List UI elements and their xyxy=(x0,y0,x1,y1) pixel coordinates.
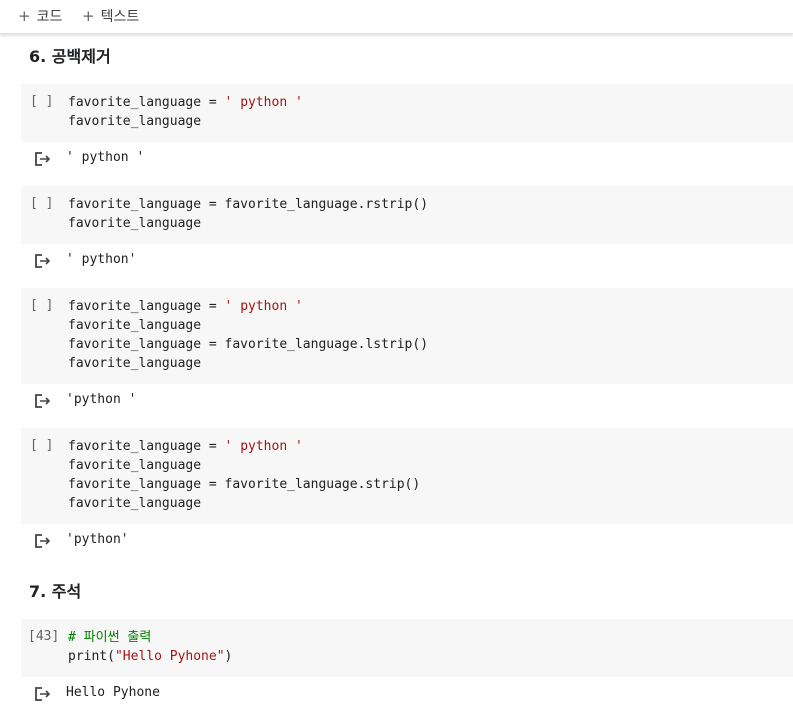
output-text: 'python' xyxy=(66,532,129,547)
code-line: favorite_language = favorite_language.st… xyxy=(68,475,420,494)
add-code-label: 코드 xyxy=(36,9,63,25)
code-cell[interactable]: [ ] favorite_language = favorite_languag… xyxy=(21,186,793,244)
code-token: favorite_language = xyxy=(68,299,225,314)
notebook-toolbar: + 코드 + 텍스트 xyxy=(0,0,793,34)
code-token: favorite_language = xyxy=(68,95,225,110)
output-text: ' python ' xyxy=(66,150,145,165)
code-cell[interactable]: [43] # 파이썬 출력 print("Hello Pyhone") xyxy=(21,619,793,677)
code-token: favorite_language xyxy=(68,356,202,371)
code-line: favorite_language xyxy=(68,354,428,373)
code-editor[interactable]: favorite_language = ' python ' favorite_l… xyxy=(68,297,428,373)
run-cell-button[interactable]: [ ] xyxy=(30,438,53,453)
code-line: favorite_language = favorite_language.ls… xyxy=(68,335,428,354)
output-text: ' python' xyxy=(66,252,137,267)
output-arrow-icon xyxy=(35,254,51,268)
code-cell[interactable]: [ ] favorite_language = ' python ' favori… xyxy=(21,84,793,142)
output-text: 'python ' xyxy=(66,392,137,407)
output-arrow-icon xyxy=(35,534,51,548)
code-line: favorite_language xyxy=(68,456,420,475)
code-editor[interactable]: favorite_language = ' python ' favorite_l… xyxy=(68,437,420,513)
code-token: favorite_language = favorite_language.rs… xyxy=(68,197,429,212)
plus-icon: + xyxy=(18,7,31,25)
code-token: favorite_language xyxy=(68,458,202,473)
output-text: Hello Pyhone xyxy=(66,685,160,700)
output-arrow-icon xyxy=(35,152,51,166)
add-text-button[interactable]: + 텍스트 xyxy=(82,6,139,26)
run-cell-button[interactable]: [43] xyxy=(28,629,59,644)
cell-output: Hello Pyhone xyxy=(21,679,793,709)
run-cell-button[interactable]: [ ] xyxy=(30,298,53,313)
section-heading: 6. 공백제거 xyxy=(29,47,111,66)
code-line: favorite_language xyxy=(68,112,303,131)
code-token: favorite_language xyxy=(68,216,202,231)
code-line: favorite_language xyxy=(68,214,428,233)
run-cell-button[interactable]: [ ] xyxy=(30,196,53,211)
run-cell-button[interactable]: [ ] xyxy=(30,94,53,109)
output-arrow-icon xyxy=(35,394,51,408)
string-literal: ' python ' xyxy=(224,95,303,110)
code-token: favorite_language xyxy=(68,318,202,333)
code-token: favorite_language = xyxy=(68,439,225,454)
cell-output: ' python ' xyxy=(21,144,793,174)
code-editor[interactable]: favorite_language = favorite_language.rs… xyxy=(68,195,428,233)
code-line: # 파이썬 출력 xyxy=(68,628,232,647)
string-literal: ' python ' xyxy=(224,299,303,314)
code-line: favorite_language xyxy=(68,494,420,513)
code-line: favorite_language = ' python ' xyxy=(68,297,428,316)
cell-output: 'python' xyxy=(21,526,793,556)
code-line: favorite_language xyxy=(68,316,428,335)
code-token: favorite_language = favorite_language.st… xyxy=(68,477,421,492)
code-comment: # 파이썬 출력 xyxy=(68,630,152,645)
add-text-label: 텍스트 xyxy=(100,9,140,25)
string-literal: ' python ' xyxy=(224,439,303,454)
code-line: favorite_language = favorite_language.rs… xyxy=(68,195,428,214)
section-heading: 7. 주석 xyxy=(29,582,82,601)
code-cell[interactable]: [ ] favorite_language = ' python ' favori… xyxy=(21,288,793,384)
code-token: favorite_language = favorite_language.ls… xyxy=(68,337,429,352)
code-token: print( xyxy=(68,649,115,664)
code-line: print("Hello Pyhone") xyxy=(68,647,232,666)
code-token: favorite_language xyxy=(68,114,202,129)
plus-icon: + xyxy=(82,7,95,25)
output-arrow-icon xyxy=(35,687,51,701)
add-code-button[interactable]: + 코드 xyxy=(18,6,62,26)
code-line: favorite_language = ' python ' xyxy=(68,93,303,112)
cell-output: ' python' xyxy=(21,246,793,276)
code-token: favorite_language xyxy=(68,496,202,511)
cell-output: 'python ' xyxy=(21,386,793,416)
code-token: ) xyxy=(224,649,233,664)
code-cell[interactable]: [ ] favorite_language = ' python ' favori… xyxy=(21,428,793,524)
code-line: favorite_language = ' python ' xyxy=(68,437,420,456)
code-editor[interactable]: favorite_language = ' python ' favorite_l… xyxy=(68,93,303,131)
string-literal: "Hello Pyhone" xyxy=(114,649,225,664)
code-editor[interactable]: # 파이썬 출력 print("Hello Pyhone") xyxy=(68,628,232,666)
